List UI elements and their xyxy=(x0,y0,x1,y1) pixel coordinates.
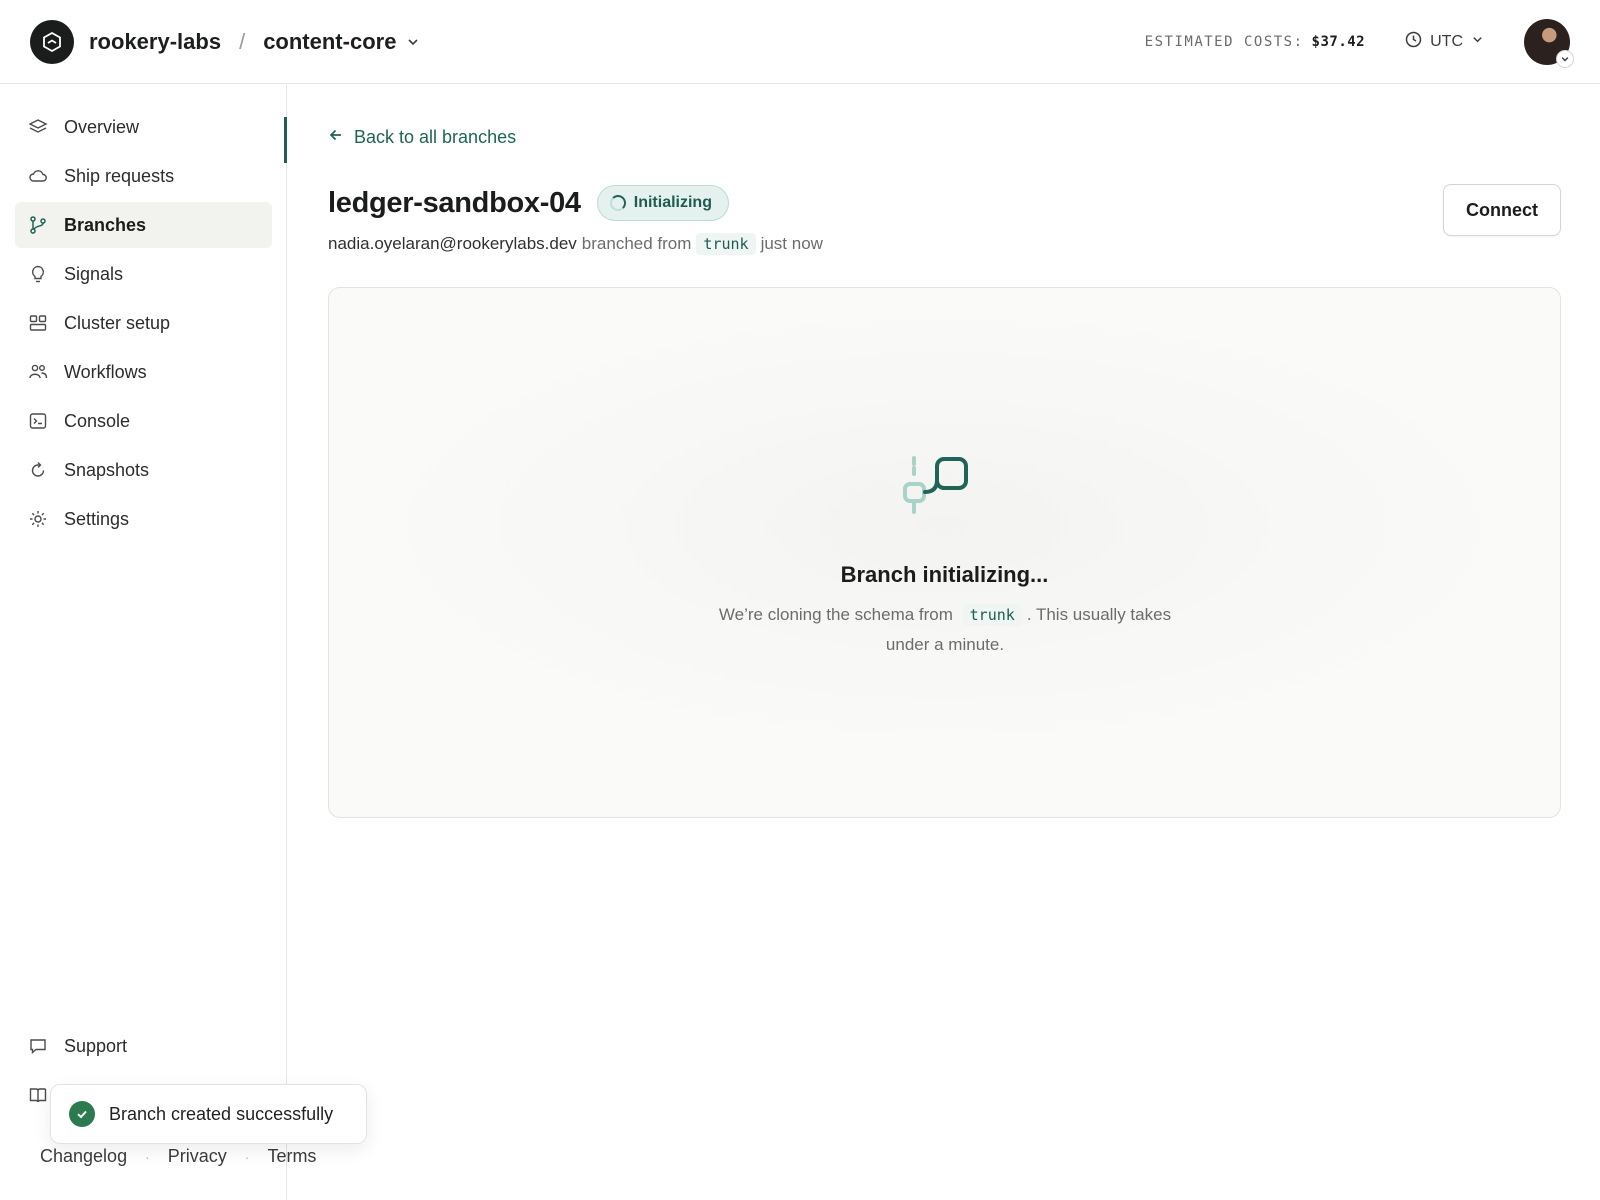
terms-link[interactable]: Terms xyxy=(267,1146,316,1167)
branch-meta: nadia.oyelaran@rookerylabs.dev branched … xyxy=(328,233,823,255)
chevron-down-icon xyxy=(1556,49,1574,68)
sidebar-item-support[interactable]: Support xyxy=(15,1023,272,1069)
gear-icon xyxy=(28,509,48,529)
sidebar-footer-links: Changelog · Privacy · Terms xyxy=(40,1146,316,1167)
estimated-costs-value: $37.42 xyxy=(1311,33,1366,50)
terminal-icon xyxy=(28,411,48,431)
sidebar-item-label: Signals xyxy=(64,263,124,284)
grid-icon xyxy=(28,313,48,333)
users-icon xyxy=(28,362,48,382)
changelog-link[interactable]: Changelog xyxy=(40,1146,127,1167)
breadcrumb-separator: / xyxy=(239,28,246,54)
timezone-selector[interactable]: UTC xyxy=(1405,31,1484,53)
sidebar-item-label: Ship requests xyxy=(64,165,175,186)
sidebar-item-workflows[interactable]: Workflows xyxy=(15,349,272,395)
user-avatar[interactable] xyxy=(1524,18,1574,68)
sidebar-item-label: Workflows xyxy=(64,361,147,382)
timezone-label: UTC xyxy=(1430,32,1463,50)
sidebar-item-console[interactable]: Console xyxy=(15,398,272,444)
status-badge: Initializing xyxy=(596,185,729,221)
footer-separator: · xyxy=(145,1148,150,1165)
branch-time: just now xyxy=(760,234,823,253)
parent-branch-code[interactable]: trunk xyxy=(696,233,756,255)
sidebar-item-label: Branches xyxy=(64,214,147,235)
footer-separator: · xyxy=(244,1148,250,1165)
clock-icon xyxy=(1405,31,1422,53)
connect-button[interactable]: Connect xyxy=(1443,184,1561,236)
top-bar: rookery-labs / content-core ESTIMATED CO… xyxy=(0,0,1600,84)
panel-title: Branch initializing... xyxy=(840,562,1049,587)
sidebar-item-overview[interactable]: Overview xyxy=(15,104,272,150)
sidebar-item-label: Overview xyxy=(64,116,140,137)
sidebar: Overview Ship requests Branches Signals … xyxy=(0,85,287,1200)
git-branch-icon xyxy=(28,215,48,235)
status-label: Initializing xyxy=(633,194,712,211)
sidebar-item-label: Snapshots xyxy=(64,459,150,480)
chevron-down-icon[interactable] xyxy=(406,35,420,49)
branch-title-row: ledger-sandbox-04 Initializing xyxy=(328,185,729,221)
sidebar-item-branches[interactable]: Branches xyxy=(15,202,272,248)
chevron-down-icon xyxy=(1471,33,1484,51)
panel-description: We’re cloning the schema from trunk. Thi… xyxy=(709,600,1181,659)
sidebar-item-snapshots[interactable]: Snapshots xyxy=(15,447,272,493)
success-toast[interactable]: Branch created successfully xyxy=(50,1084,367,1144)
check-circle-icon xyxy=(69,1101,95,1127)
arrow-left-icon xyxy=(328,127,344,148)
estimated-costs-label: ESTIMATED COSTS: xyxy=(1144,33,1304,50)
sidebar-item-label: Support xyxy=(64,1035,128,1056)
branched-from-text: branched from xyxy=(581,234,692,253)
back-to-branches-link[interactable]: Back to all branches xyxy=(328,127,516,148)
initializing-panel: Branch initializing... We’re cloning the… xyxy=(328,287,1561,818)
refresh-icon xyxy=(28,460,48,480)
spinner-icon xyxy=(609,195,626,211)
sidebar-item-settings[interactable]: Settings xyxy=(15,496,272,542)
sidebar-nav: Overview Ship requests Branches Signals … xyxy=(15,104,272,545)
sidebar-item-ship-requests[interactable]: Ship requests xyxy=(15,153,272,199)
back-link-label: Back to all branches xyxy=(354,127,517,147)
org-name[interactable]: rookery-labs xyxy=(89,29,221,55)
sidebar-item-cluster-setup[interactable]: Cluster setup xyxy=(15,300,272,346)
sidebar-item-label: Cluster setup xyxy=(64,312,171,333)
panel-desc-before: We’re cloning the schema from xyxy=(718,605,953,624)
header-right: ESTIMATED COSTS: $37.42 UTC xyxy=(1144,18,1574,68)
org-logo-icon[interactable] xyxy=(30,19,74,64)
layers-icon xyxy=(28,117,48,137)
sidebar-item-label: Settings xyxy=(64,508,130,529)
cloud-icon xyxy=(28,166,48,186)
toast-message: Branch created successfully xyxy=(109,1103,334,1124)
project-name[interactable]: content-core xyxy=(263,29,396,55)
privacy-link[interactable]: Privacy xyxy=(168,1146,227,1167)
sidebar-item-label: Console xyxy=(64,410,131,431)
branch-illustration-icon xyxy=(901,456,971,523)
chat-icon xyxy=(28,1036,48,1056)
active-nav-indicator xyxy=(284,117,287,163)
sidebar-item-signals[interactable]: Signals xyxy=(15,251,272,297)
panel-desc-branch-code: trunk xyxy=(962,604,1022,626)
author-email: nadia.oyelaran@rookerylabs.dev xyxy=(328,234,577,253)
lightbulb-icon xyxy=(28,264,48,284)
page-title: ledger-sandbox-04 xyxy=(328,186,581,219)
book-icon xyxy=(28,1085,48,1105)
